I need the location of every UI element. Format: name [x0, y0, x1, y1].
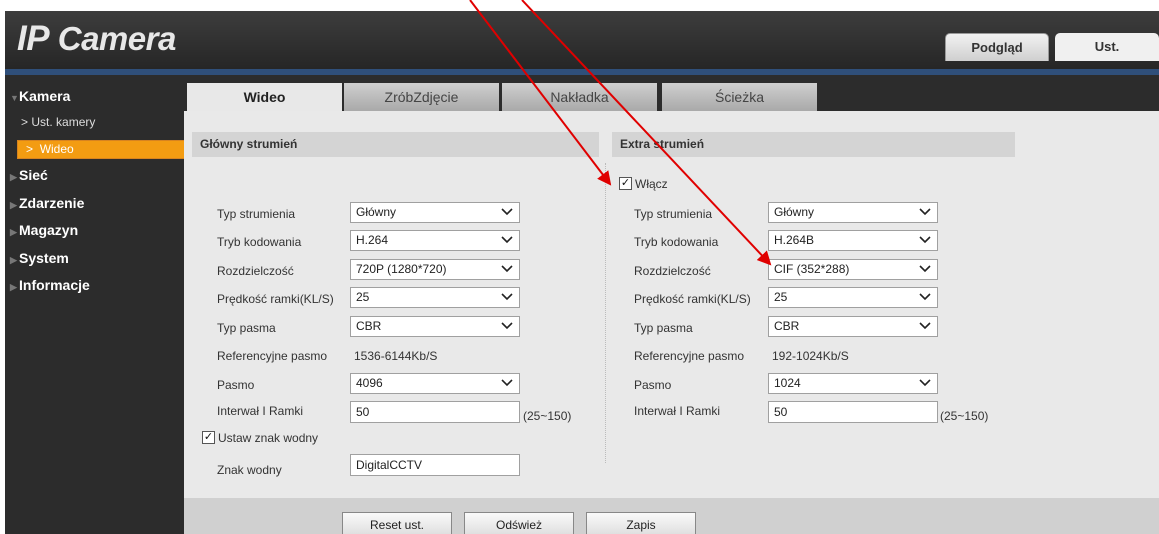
triangle-right-icon: ▶ — [10, 282, 17, 292]
chevron-down-icon — [501, 236, 513, 244]
label-watermark: Znak wodny — [217, 463, 282, 477]
extra-encoding-select[interactable]: H.264B — [768, 230, 938, 251]
sidebar: ▼Kamera > Ust. kamery > Wideo ▶ Sieć ▶ Zda… — [5, 75, 186, 534]
refresh-button[interactable]: Odśwież — [464, 512, 574, 534]
extra-label-frame-rate: Prędkość ramki(KL/S) — [634, 292, 751, 306]
triangle-right-icon: ▶ — [10, 200, 17, 210]
sub-tab-bar: Wideo ZróbZdjęcie Nakładka Ścieżka — [184, 75, 1159, 112]
label-i-frame: Interwał I Ramki — [217, 404, 304, 418]
tab-path[interactable]: Ścieżka — [662, 83, 817, 111]
watermark-check-label: Ustaw znak wodny — [218, 431, 319, 445]
chevron-down-icon — [919, 293, 931, 301]
extra-i-frame-input[interactable]: 50 — [768, 401, 938, 423]
main-encoding-select[interactable]: H.264 — [350, 230, 520, 251]
main-resolution-select[interactable]: 720P (1280*720) — [350, 259, 520, 280]
extra-resolution-select[interactable]: CIF (352*288) — [768, 259, 938, 280]
tab-overlay[interactable]: Nakładka — [502, 83, 657, 111]
chevron-down-icon — [919, 265, 931, 273]
tab-settings[interactable]: Ust. — [1055, 33, 1159, 61]
triangle-down-icon: ▼ — [10, 93, 19, 103]
sidebar-item-system[interactable]: ▶ System — [5, 250, 184, 266]
triangle-right-icon: ▶ — [10, 227, 17, 237]
extra-frame-rate-select[interactable]: 25 — [768, 287, 938, 308]
sidebar-item-info[interactable]: ▶ Informacje — [5, 277, 184, 293]
label-bitrate-type: Typ pasma — [217, 321, 276, 335]
extra-label-stream-type: Typ strumienia — [634, 207, 713, 221]
chevron-right-icon: > — [26, 142, 34, 156]
label-ref-bitrate: Referencyjne pasmo — [217, 349, 328, 363]
main-ref-bitrate-value: 1536-6144Kb/S — [354, 349, 438, 363]
chevron-down-icon — [501, 322, 513, 330]
label-frame-rate: Prędkość ramki(KL/S) — [217, 292, 334, 306]
sidebar-item-event[interactable]: ▶ Zdarzenie — [5, 195, 184, 211]
footer-bar: Reset ust. Odśwież Zapis — [184, 498, 1159, 534]
extra-bitrate-type-select[interactable]: CBR — [768, 316, 938, 337]
chevron-right-icon: > — [21, 115, 29, 129]
extra-label-resolution: Rozdzielczość — [634, 264, 711, 278]
watermark-checkbox[interactable]: ✓ — [202, 431, 215, 444]
watermark-input[interactable]: DigitalCCTV — [350, 454, 520, 476]
sidebar-item-video[interactable]: > Wideo — [17, 140, 186, 159]
reset-button[interactable]: Reset ust. — [342, 512, 452, 534]
triangle-right-icon: ▶ — [10, 255, 17, 265]
label-bitrate: Pasmo — [217, 378, 255, 392]
save-button[interactable]: Zapis — [586, 512, 696, 534]
main-stream-header: Główny strumień — [192, 132, 599, 157]
extra-ref-bitrate-value: 192-1024Kb/S — [772, 349, 849, 363]
main-stream-type-select[interactable]: Główny — [350, 202, 520, 223]
chevron-down-icon — [919, 208, 931, 216]
main-i-frame-range: (25~150) — [523, 409, 572, 423]
tab-video[interactable]: Wideo — [187, 83, 342, 112]
label-resolution: Rozdzielczość — [217, 264, 294, 278]
extra-enable-label: Włącz — [635, 177, 668, 191]
chevron-down-icon — [919, 379, 931, 387]
sidebar-item-network[interactable]: ▶ Sieć — [5, 167, 184, 183]
extra-label-bitrate: Pasmo — [634, 378, 672, 392]
label-encoding: Tryb kodowania — [217, 235, 302, 249]
main-bitrate-select[interactable]: 4096 — [350, 373, 520, 394]
section-divider — [605, 163, 606, 463]
main-panel: Wideo ZróbZdjęcie Nakładka Ścieżka Główn… — [184, 75, 1159, 534]
app-logo: IP Camera — [17, 19, 176, 58]
chevron-down-icon — [501, 208, 513, 216]
chevron-down-icon — [501, 379, 513, 387]
extra-label-i-frame: Interwał I Ramki — [634, 404, 721, 418]
label-stream-type: Typ strumienia — [217, 207, 296, 221]
main-bitrate-type-select[interactable]: CBR — [350, 316, 520, 337]
sidebar-item-camera-settings[interactable]: > Ust. kamery — [5, 115, 184, 129]
triangle-right-icon: ▶ — [10, 172, 17, 182]
chevron-down-icon — [501, 293, 513, 301]
extra-label-encoding: Tryb kodowania — [634, 235, 719, 249]
extra-stream-type-select[interactable]: Główny — [768, 202, 938, 223]
sidebar-item-storage[interactable]: ▶ Magazyn — [5, 222, 184, 238]
chevron-down-icon — [919, 322, 931, 330]
extra-stream-header: Extra strumień — [612, 132, 1015, 157]
chevron-down-icon — [501, 265, 513, 273]
main-i-frame-input[interactable]: 50 — [350, 401, 520, 423]
tab-snapshot[interactable]: ZróbZdjęcie — [344, 83, 499, 111]
tab-preview[interactable]: Podgląd — [945, 33, 1049, 61]
main-frame-rate-select[interactable]: 25 — [350, 287, 520, 308]
extra-label-bitrate-type: Typ pasma — [634, 321, 693, 335]
extra-label-ref-bitrate: Referencyjne pasmo — [634, 349, 745, 363]
sidebar-item-camera[interactable]: ▼Kamera — [5, 88, 184, 104]
extra-i-frame-range: (25~150) — [940, 409, 989, 423]
extra-enable-checkbox[interactable]: ✓ — [619, 177, 632, 190]
video-settings-form: Główny strumień Typ strumienia Główny Tr… — [184, 111, 1159, 498]
extra-bitrate-select[interactable]: 1024 — [768, 373, 938, 394]
chevron-down-icon — [919, 236, 931, 244]
